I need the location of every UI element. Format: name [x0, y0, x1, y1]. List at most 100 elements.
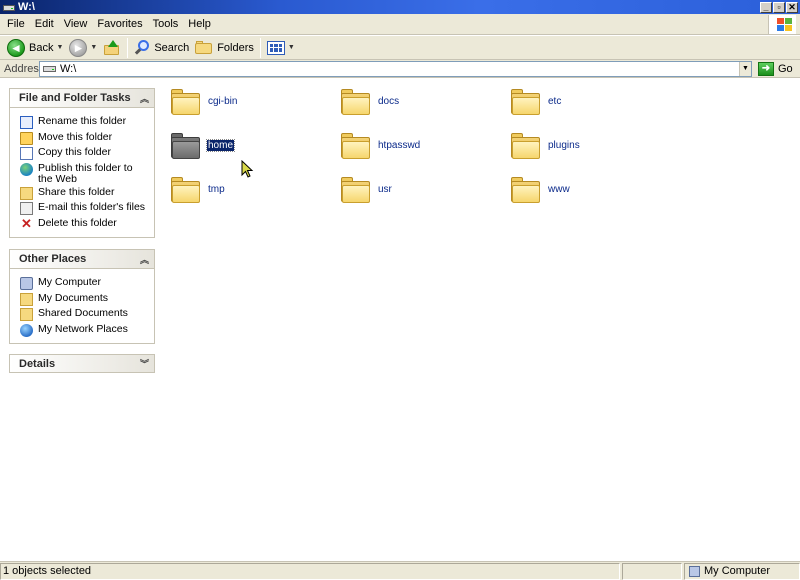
delete-icon: ✕	[21, 215, 32, 231]
address-input[interactable]: W:\ ▼	[39, 60, 752, 77]
details-panel: Details ︾	[9, 354, 155, 373]
status-bar: 1 objects selected My Computer	[0, 561, 800, 580]
publish-web-icon	[20, 162, 33, 176]
place-label: My Documents	[38, 291, 109, 304]
folder-name: cgi-bin	[208, 96, 238, 107]
menu-view[interactable]: View	[61, 18, 95, 30]
forward-dropdown-icon[interactable]: ▼	[90, 44, 97, 51]
task-label: Move this folder	[38, 130, 113, 143]
views-dropdown-icon[interactable]: ▼	[288, 44, 295, 51]
folder-icon	[510, 130, 541, 161]
close-button[interactable]: ✕	[786, 1, 798, 13]
folder-item-etc[interactable]: etc	[510, 86, 562, 117]
folder-name: home	[205, 139, 236, 152]
up-button[interactable]	[100, 37, 124, 59]
folder-name: tmp	[208, 184, 225, 195]
task-move-folder[interactable]: Move this folder	[20, 130, 148, 146]
minimize-button[interactable]: _	[760, 1, 772, 13]
place-my-network-places[interactable]: My Network Places	[20, 322, 148, 338]
drive-icon	[3, 3, 15, 12]
collapse-chevron-icon[interactable]: ︽	[140, 253, 149, 266]
mouse-cursor-icon	[241, 160, 254, 178]
toolbar-separator	[259, 37, 261, 58]
folders-label: Folders	[217, 41, 254, 54]
folders-icon	[195, 40, 213, 55]
share-icon	[20, 186, 33, 200]
toolbar: ◄ Back ▼ ► ▼ Search Folders ▼	[0, 36, 800, 60]
status-selection-text: 1 objects selected	[0, 562, 620, 580]
folder-item-home[interactable]: home	[170, 130, 236, 161]
window-title: W:\	[18, 1, 35, 13]
folder-icon	[170, 130, 201, 161]
folder-icon	[510, 174, 541, 205]
menu-tools[interactable]: Tools	[150, 18, 186, 30]
menu-help[interactable]: Help	[185, 18, 218, 30]
back-button[interactable]: ◄ Back ▼	[4, 37, 66, 59]
forward-arrow-icon: ►	[69, 38, 88, 57]
go-button[interactable]: ➜ Go	[758, 61, 793, 76]
menu-file[interactable]: File	[4, 18, 32, 30]
status-panel-empty	[622, 562, 682, 580]
folder-icon	[170, 174, 201, 205]
folder-view[interactable]: cgi-bin docs etc home htpasswd plugins t…	[162, 79, 800, 561]
panel-header[interactable]: File and Folder Tasks ︽	[9, 88, 155, 107]
expand-chevron-icon[interactable]: ︾	[140, 357, 149, 370]
task-copy-folder[interactable]: Copy this folder	[20, 145, 148, 161]
folder-icon	[170, 86, 201, 117]
task-label: E-mail this folder's files	[38, 201, 146, 213]
address-dropdown-icon[interactable]: ▼	[739, 61, 751, 76]
forward-button[interactable]: ► ▼	[66, 37, 100, 59]
panel-header[interactable]: Other Places ︽	[9, 249, 155, 268]
folder-icon	[510, 86, 541, 117]
maximize-button[interactable]: ▫	[773, 1, 785, 13]
folders-button[interactable]: Folders	[192, 37, 257, 59]
network-icon	[20, 323, 33, 337]
place-my-computer[interactable]: My Computer	[20, 275, 148, 291]
address-label: Address	[4, 62, 45, 75]
folder-item-cgi-bin[interactable]: cgi-bin	[170, 86, 238, 117]
menu-favorites[interactable]: Favorites	[94, 18, 149, 30]
task-email-files[interactable]: E-mail this folder's files	[20, 200, 148, 216]
folder-item-www[interactable]: www	[510, 174, 571, 205]
panel-header[interactable]: Details ︾	[9, 354, 155, 373]
search-button[interactable]: Search	[131, 37, 192, 59]
drive-icon	[43, 65, 56, 73]
place-label: My Computer	[38, 276, 102, 288]
collapse-chevron-icon[interactable]: ︽	[140, 92, 149, 105]
folder-icon	[340, 130, 371, 161]
task-label: Share this folder	[38, 185, 115, 198]
go-label: Go	[778, 62, 793, 75]
task-label: Rename this folder	[38, 115, 127, 127]
go-arrow-icon: ➜	[758, 61, 774, 76]
menu-edit[interactable]: Edit	[32, 18, 61, 30]
views-button[interactable]: ▼	[264, 37, 298, 59]
folder-icon	[340, 86, 371, 117]
task-label: Delete this folder	[38, 216, 117, 229]
windows-logo-icon	[768, 15, 796, 34]
title-bar[interactable]: W:\ _ ▫ ✕	[0, 0, 800, 14]
folder-name: usr	[378, 184, 392, 195]
place-shared-documents[interactable]: Shared Documents	[20, 306, 148, 322]
documents-icon	[20, 292, 33, 306]
search-label: Search	[154, 41, 190, 54]
place-label: My Network Places	[38, 322, 128, 335]
task-publish-web[interactable]: Publish this folder to the Web	[20, 161, 148, 185]
task-delete-folder[interactable]: ✕ Delete this folder	[20, 216, 148, 232]
task-share-folder[interactable]: Share this folder	[20, 185, 148, 201]
computer-icon	[20, 277, 33, 290]
folder-item-tmp[interactable]: tmp	[170, 174, 226, 205]
back-arrow-icon: ◄	[7, 38, 25, 57]
place-my-documents[interactable]: My Documents	[20, 291, 148, 307]
back-dropdown-icon[interactable]: ▼	[56, 44, 63, 51]
folder-name: plugins	[548, 140, 580, 151]
address-value[interactable]: W:\	[60, 63, 751, 75]
folder-item-usr[interactable]: usr	[340, 174, 393, 205]
folder-item-plugins[interactable]: plugins	[510, 130, 581, 161]
folder-item-htpasswd[interactable]: htpasswd	[340, 130, 421, 161]
task-rename-folder[interactable]: Rename this folder	[20, 114, 148, 130]
folder-item-docs[interactable]: docs	[340, 86, 400, 117]
views-icon	[266, 40, 285, 55]
toolbar-separator	[127, 37, 129, 58]
folder-name: htpasswd	[378, 140, 421, 151]
shared-documents-icon	[20, 308, 33, 321]
